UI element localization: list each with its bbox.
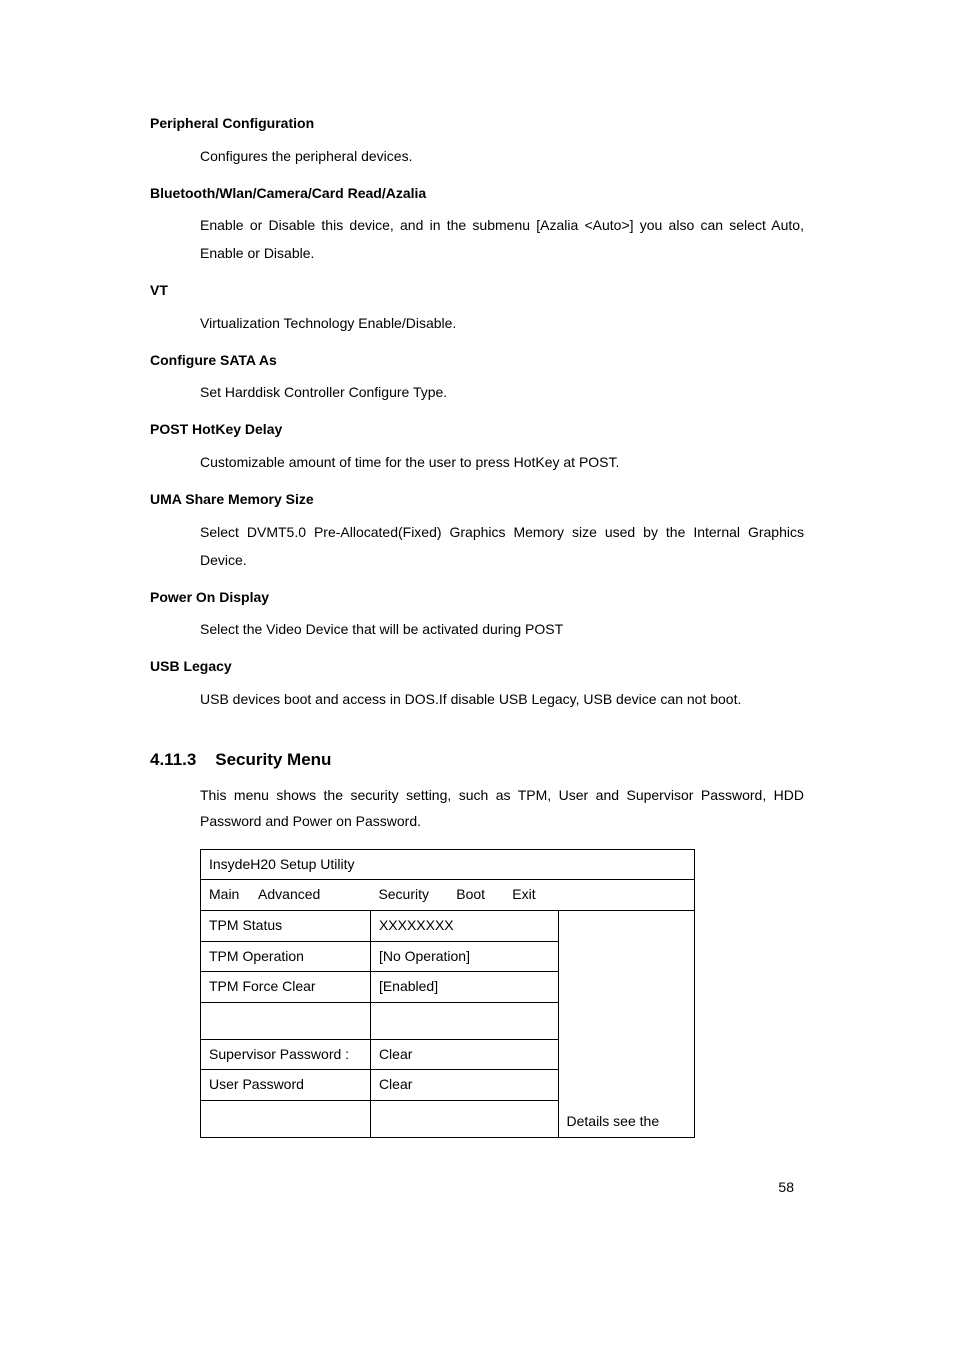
heading-text: Security Menu [215, 750, 331, 769]
section-body-peripheral: Configures the peripheral devices. [200, 142, 804, 170]
section-heading-uma: UMA Share Memory Size [150, 490, 804, 510]
section-heading-vt: VT [150, 281, 804, 301]
tpm-status-value: XXXXXXXX [370, 910, 558, 941]
section-body-bluetooth: Enable or Disable this device, and in th… [200, 211, 804, 267]
user-password-value: Clear [370, 1070, 558, 1101]
bios-tabs-row: Main Advanced Security Boot Exit [201, 880, 695, 911]
bios-tab-security: Security [378, 886, 429, 902]
section-heading-bluetooth: Bluetooth/Wlan/Camera/Card Read/Azalia [150, 184, 804, 204]
section-heading-peripheral: Peripheral Configuration [150, 114, 804, 134]
table-row: TPM Status XXXXXXXX Details see the [201, 910, 695, 941]
section-body-vt: Virtualization Technology Enable/Disable… [200, 309, 804, 337]
heading-number: 4.11.3 [150, 750, 196, 769]
bios-table: InsydeH20 Setup Utility Main Advanced Se… [200, 849, 695, 1138]
tpm-force-clear-value: [Enabled] [370, 972, 558, 1003]
tpm-operation-label: TPM Operation [201, 941, 371, 972]
tpm-status-label: TPM Status [201, 910, 371, 941]
section-body-sata: Set Harddisk Controller Configure Type. [200, 378, 804, 406]
bios-tab-exit: Exit [512, 886, 535, 902]
tpm-operation-value: [No Operation] [370, 941, 558, 972]
supervisor-password-value: Clear [370, 1039, 558, 1070]
section-heading-power-on-display: Power On Display [150, 588, 804, 608]
section-body-usb-legacy: USB devices boot and access in DOS.If di… [200, 685, 804, 713]
page-number: 58 [150, 1178, 804, 1198]
tpm-force-clear-label: TPM Force Clear [201, 972, 371, 1003]
bios-tab-boot: Boot [456, 886, 485, 902]
bios-side-help: Details see the [558, 910, 695, 1137]
security-menu-intro: This menu shows the security setting, su… [200, 782, 804, 835]
section-body-uma: Select DVMT5.0 Pre-Allocated(Fixed) Grap… [200, 518, 804, 574]
security-menu-heading: 4.11.3 Security Menu [150, 748, 804, 772]
section-body-power-on-display: Select the Video Device that will be act… [200, 615, 804, 643]
bios-tab-main: Main [209, 886, 239, 902]
bios-header: InsydeH20 Setup Utility [201, 849, 695, 880]
bios-tab-advanced: Advanced [258, 886, 320, 902]
section-heading-post-hotkey: POST HotKey Delay [150, 420, 804, 440]
section-heading-sata: Configure SATA As [150, 351, 804, 371]
supervisor-password-label: Supervisor Password : [201, 1039, 371, 1070]
user-password-label: User Password [201, 1070, 371, 1101]
section-body-post-hotkey: Customizable amount of time for the user… [200, 448, 804, 476]
section-heading-usb-legacy: USB Legacy [150, 657, 804, 677]
